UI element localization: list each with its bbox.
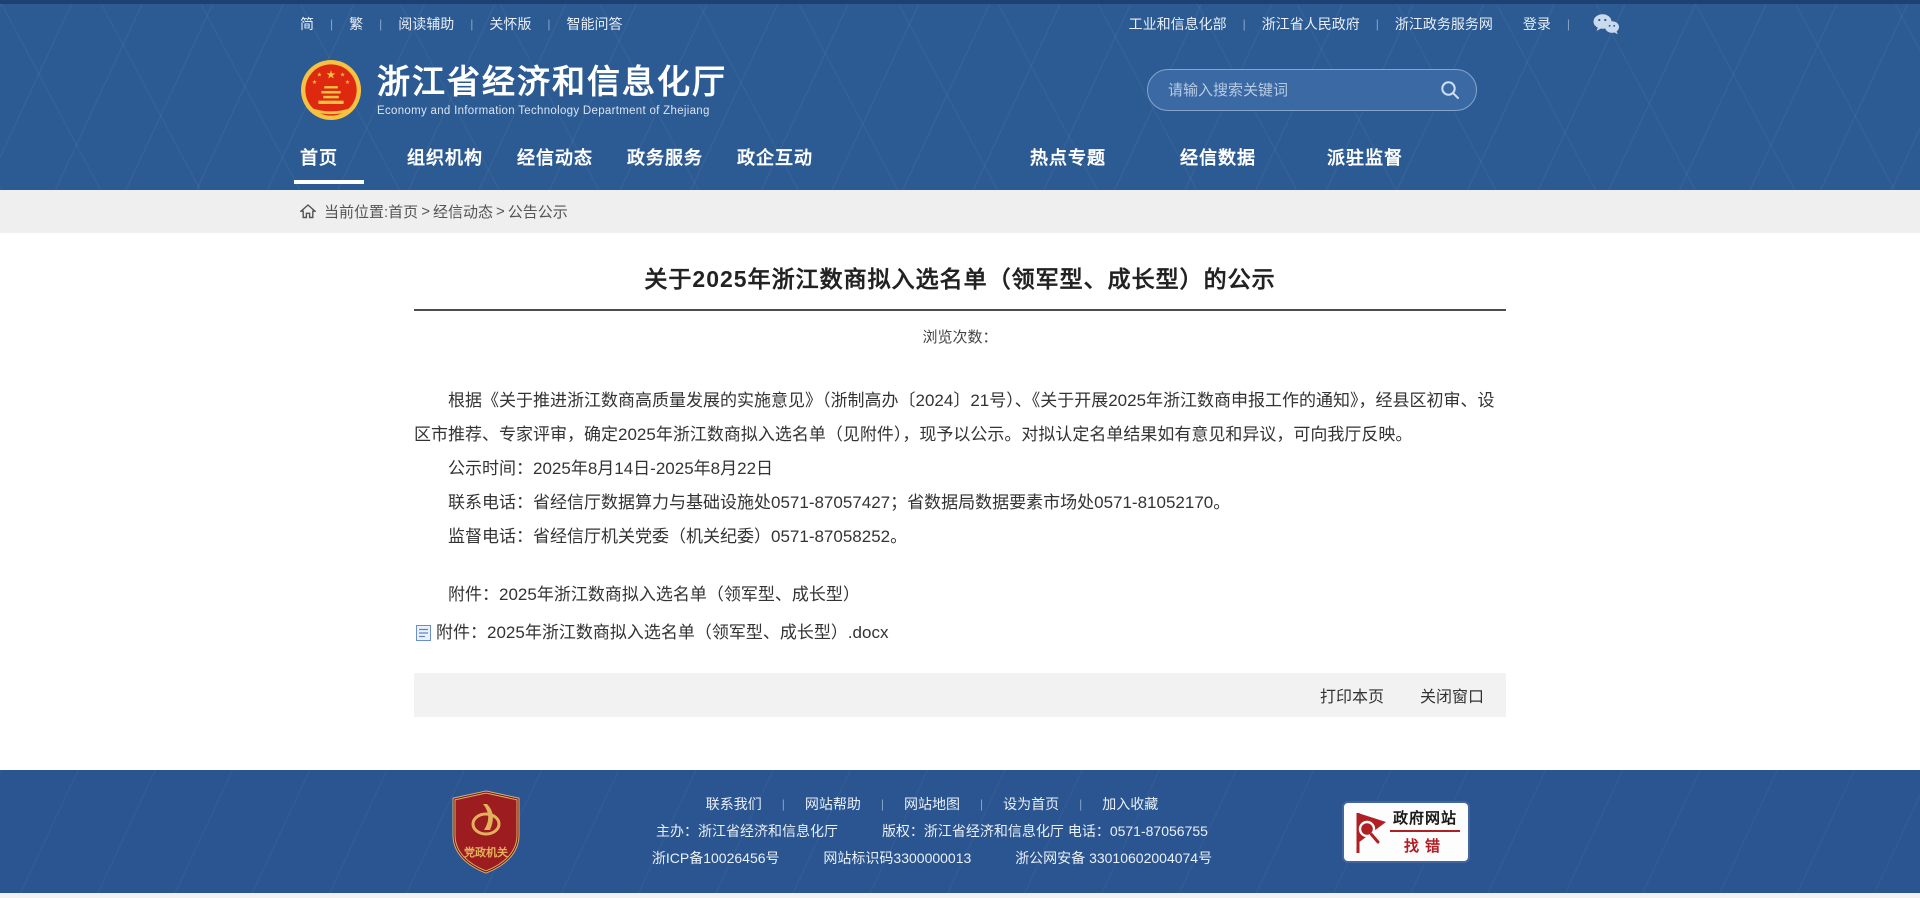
attachment-heading: 附件：2025年浙江数商拟入选名单（领军型、成长型） (414, 578, 1506, 612)
svg-text:★: ★ (317, 71, 322, 78)
main-navigation: 首页 组织机构 经信动态 政务服务 政企互动 热点专题 经信数据 派驻监督 (300, 136, 1620, 190)
set-homepage-link[interactable]: 设为首页 (1003, 791, 1059, 818)
site-title: 浙江省经济和信息化厅 (377, 63, 727, 101)
print-page-button[interactable]: 打印本页 (1320, 683, 1384, 707)
site-help-link[interactable]: 网站帮助 (805, 791, 861, 818)
lang-traditional-link[interactable]: 繁 (349, 14, 363, 34)
footer-host-line: 主办：浙江省经济和信息化厅 版权：浙江省经济和信息化厅 电话：0571-8705… (632, 818, 1232, 845)
bottom-strip (0, 893, 1920, 898)
icp-record-link[interactable]: 浙ICP备10026456号 (652, 850, 780, 866)
site-code-label: 网站标识码3300000013 (823, 850, 971, 866)
separator: | (379, 17, 382, 31)
top-utility-bar: 简 | 繁 | 阅读辅助 | 关怀版 | 智能问答 工业和信息化部 | 浙江省人… (300, 4, 1620, 44)
search-icon (1440, 80, 1460, 100)
article-zone: 关于2025年浙江数商拟入选名单（领军型、成长型）的公示 浏览次数： 根据《关于… (0, 233, 1920, 770)
docx-file-icon (416, 625, 431, 641)
zhejiang-gov-link[interactable]: 浙江省人民政府 (1262, 14, 1360, 34)
separator: | (881, 791, 884, 818)
separator: | (1567, 17, 1570, 31)
nav-item-home[interactable]: 首页 (300, 136, 338, 186)
breadcrumb-separator: > (421, 203, 430, 220)
zhejiang-service-net-link[interactable]: 浙江政务服务网 (1395, 14, 1493, 34)
search-input[interactable] (1168, 82, 1440, 99)
title-divider (414, 309, 1506, 311)
article-action-bar: 打印本页 关闭窗口 (414, 673, 1506, 717)
breadcrumb-separator: > (496, 203, 505, 220)
breadcrumb-home-link[interactable]: 首页 (388, 201, 418, 222)
party-badge-label: 党政机关 (464, 845, 508, 859)
breadcrumb: 当前位置: 首页 > 经信动态 > 公告公示 (300, 190, 1620, 233)
svg-text:★: ★ (345, 79, 350, 86)
copyright-label: 版权：浙江省经济和信息化厅 电话：0571-87056755 (882, 823, 1208, 839)
nav-item-organization[interactable]: 组织机构 (407, 136, 483, 186)
home-icon (300, 204, 316, 219)
national-emblem-icon: ★ ★ ★ ★ ★ (300, 59, 362, 121)
attachment-download-row[interactable]: 附件：2025年浙江数商拟入选名单（领军型、成长型）.docx (414, 620, 1506, 646)
nav-item-interaction[interactable]: 政企互动 (737, 136, 813, 186)
miit-link[interactable]: 工业和信息化部 (1129, 14, 1227, 34)
party-government-badge-icon[interactable]: 党政机关 (450, 790, 522, 874)
header: 简 | 繁 | 阅读辅助 | 关怀版 | 智能问答 工业和信息化部 | 浙江省人… (0, 0, 1920, 190)
svg-text:★: ★ (340, 71, 345, 78)
gov-site-badge-action: 找错 (1390, 835, 1460, 856)
svg-text:★: ★ (326, 68, 336, 81)
separator: | (330, 17, 333, 31)
breadcrumb-label: 当前位置: (324, 201, 388, 222)
host-label: 主办：浙江省经济和信息化厅 (656, 823, 838, 839)
site-subtitle: Economy and Information Technology Depar… (377, 105, 727, 117)
article-body: 根据《关于推进浙江数商高质量发展的实施意见》（浙制高办〔2024〕21号）、《关… (414, 384, 1506, 646)
smart-qa-link[interactable]: 智能问答 (567, 14, 623, 34)
error-finder-flag-icon (1350, 809, 1390, 855)
footer-links: 联系我们 | 网站帮助 | 网站地图 | 设为首页 | 加入收藏 (632, 791, 1232, 818)
police-record-link[interactable]: 浙公网安备 33010602004074号 (1015, 850, 1212, 866)
breadcrumb-bar: 当前位置: 首页 > 经信动态 > 公告公示 (0, 190, 1920, 233)
search-box (1147, 69, 1477, 111)
gov-site-error-report-badge[interactable]: 政府网站 找错 (1342, 801, 1470, 863)
nav-item-topics[interactable]: 热点专题 (1030, 136, 1106, 186)
footer-info: 联系我们 | 网站帮助 | 网站地图 | 设为首页 | 加入收藏 主办：浙江省经… (632, 791, 1232, 872)
separator: | (547, 17, 550, 31)
nav-item-news[interactable]: 经信动态 (517, 136, 593, 186)
nav-item-supervision[interactable]: 派驻监督 (1327, 136, 1403, 186)
view-count-label: 浏览次数： (414, 326, 1506, 347)
reading-aid-link[interactable]: 阅读辅助 (398, 14, 454, 34)
contact-us-link[interactable]: 联系我们 (706, 791, 762, 818)
separator: | (980, 791, 983, 818)
wechat-icon[interactable] (1592, 13, 1620, 35)
footer-icp-line: 浙ICP备10026456号 网站标识码3300000013 浙公网安备 330… (632, 845, 1232, 872)
separator: | (470, 17, 473, 31)
separator: | (1243, 17, 1246, 31)
publicity-period: 公示时间：2025年8月14日-2025年8月22日 (414, 452, 1506, 486)
site-logo[interactable]: ★ ★ ★ ★ ★ 浙江省经济和信息化厅 Economy and Informa… (300, 59, 727, 121)
nav-item-services[interactable]: 政务服务 (627, 136, 703, 186)
close-window-button[interactable]: 关闭窗口 (1420, 683, 1484, 707)
contact-phone: 联系电话：省经信厅数据算力与基础设施处0571-87057427；省数据局数据要… (414, 486, 1506, 520)
breadcrumb-current: 公告公示 (508, 201, 568, 222)
nav-item-data[interactable]: 经信数据 (1180, 136, 1256, 186)
separator: | (782, 791, 785, 818)
supervision-phone: 监督电话：省经信厅机关党委（机关纪委）0571-87058252。 (414, 520, 1506, 554)
lang-simplified-link[interactable]: 简 (300, 14, 314, 34)
gov-site-badge-title: 政府网站 (1390, 807, 1460, 832)
separator: | (1079, 791, 1082, 818)
svg-text:★: ★ (312, 79, 317, 86)
separator: | (1376, 17, 1379, 31)
add-favorite-link[interactable]: 加入收藏 (1102, 791, 1158, 818)
footer: 党政机关 联系我们 | 网站帮助 | 网站地图 | 设为首页 | 加入收藏 主办… (0, 770, 1920, 893)
search-button[interactable] (1440, 80, 1460, 100)
login-link[interactable]: 登录 (1523, 14, 1551, 34)
attachment-link[interactable]: 附件：2025年浙江数商拟入选名单（领军型、成长型）.docx (436, 620, 888, 646)
article-paragraph: 根据《关于推进浙江数商高质量发展的实施意见》（浙制高办〔2024〕21号）、《关… (414, 384, 1506, 452)
site-map-link[interactable]: 网站地图 (904, 791, 960, 818)
breadcrumb-section-link[interactable]: 经信动态 (433, 201, 493, 222)
accessibility-version-link[interactable]: 关怀版 (489, 14, 531, 34)
article-title: 关于2025年浙江数商拟入选名单（领军型、成长型）的公示 (414, 233, 1506, 294)
